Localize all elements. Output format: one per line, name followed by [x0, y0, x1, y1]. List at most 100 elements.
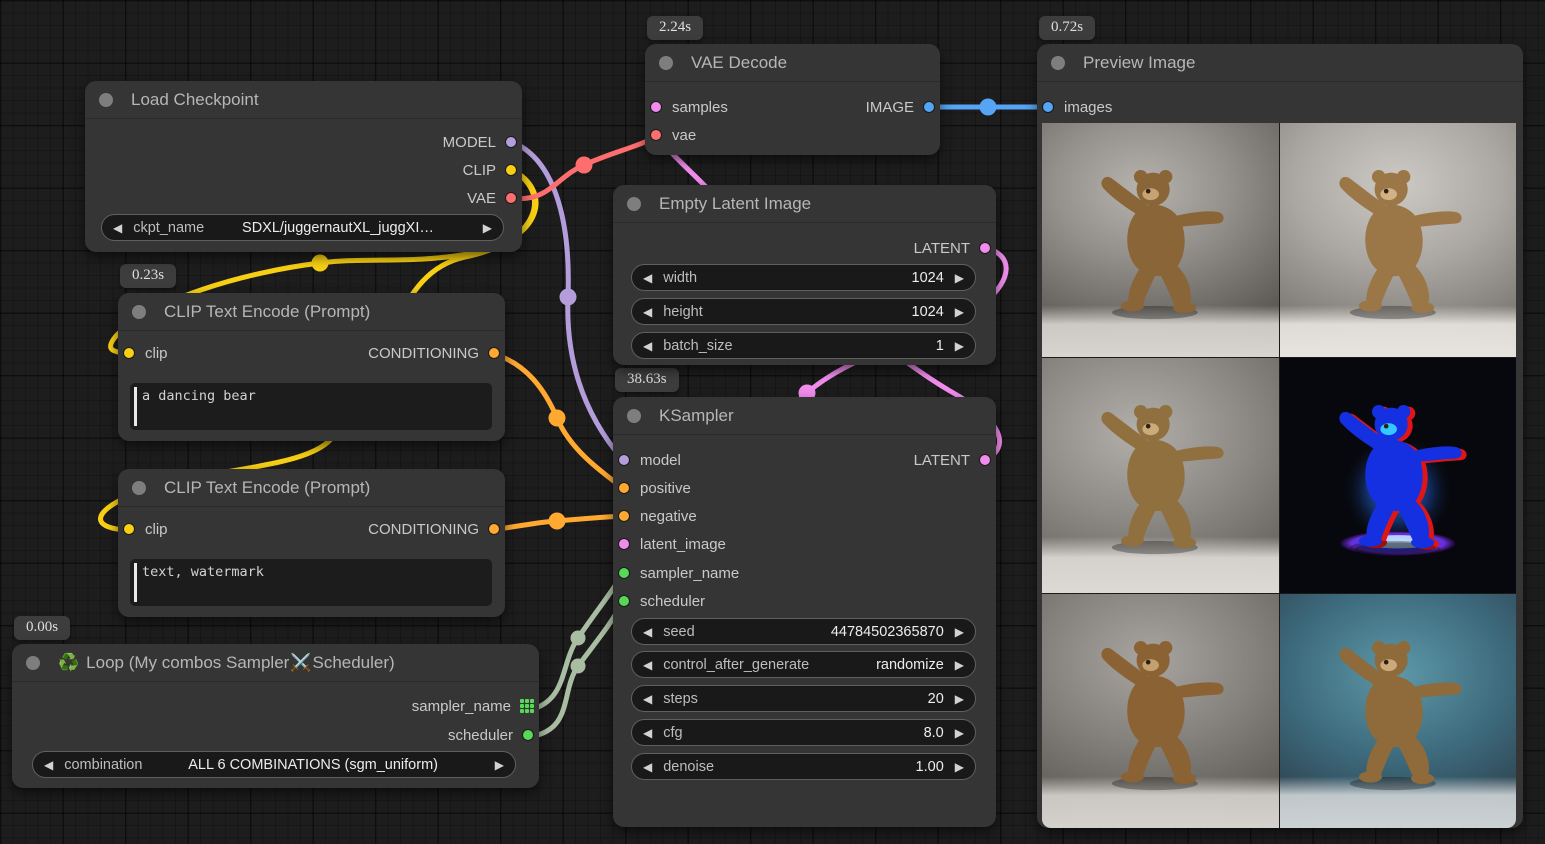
clip-port-icon[interactable]	[505, 164, 517, 176]
control-after-generate-widget[interactable]: ◀ control_after_generate randomize ▶	[631, 651, 976, 678]
right-arrow-icon[interactable]: ▶	[944, 271, 975, 285]
conditioning-port-icon[interactable]	[488, 523, 500, 535]
left-arrow-icon[interactable]: ◀	[102, 221, 133, 235]
latent-port-icon[interactable]	[618, 538, 630, 550]
right-arrow-icon[interactable]: ▶	[944, 692, 975, 706]
input-port-model[interactable]: model	[618, 448, 681, 472]
reroute-dot[interactable]	[549, 410, 566, 427]
node-preview-image[interactable]: Preview Image images	[1037, 44, 1523, 828]
right-arrow-icon[interactable]: ▶	[944, 760, 975, 774]
combination-widget[interactable]: ◀ combination ALL 6 COMBINATIONS (sgm_un…	[32, 751, 516, 778]
reroute-dot[interactable]	[560, 289, 577, 306]
latent-port-icon[interactable]	[979, 242, 991, 254]
left-arrow-icon[interactable]: ◀	[632, 271, 663, 285]
output-port-image[interactable]: IMAGE	[866, 95, 935, 119]
output-port-scheduler[interactable]: scheduler	[448, 723, 534, 747]
reroute-dot[interactable]	[571, 659, 586, 674]
node-load-checkpoint[interactable]: Load Checkpoint MODEL CLIP VAE ◀ ckpt_na…	[85, 81, 522, 252]
left-arrow-icon[interactable]: ◀	[33, 758, 64, 772]
node-title-bar[interactable]: VAE Decode	[645, 44, 940, 82]
cfg-widget[interactable]: ◀ cfg 8.0 ▶	[631, 719, 976, 746]
output-port-latent[interactable]: LATENT	[914, 236, 991, 260]
height-widget[interactable]: ◀ height 1024 ▶	[631, 298, 976, 325]
steps-widget[interactable]: ◀ steps 20 ▶	[631, 685, 976, 712]
node-loop-sampler-scheduler[interactable]: ♻️Loop (My combos Sampler⚔️Scheduler) sa…	[12, 644, 539, 788]
model-port-icon[interactable]	[618, 454, 630, 466]
left-arrow-icon[interactable]: ◀	[632, 760, 663, 774]
right-arrow-icon[interactable]: ▶	[944, 305, 975, 319]
reroute-dot[interactable]	[980, 99, 997, 116]
right-arrow-icon[interactable]: ▶	[944, 658, 975, 672]
output-port-conditioning[interactable]: CONDITIONING	[368, 517, 500, 541]
output-port-clip[interactable]: CLIP	[463, 158, 517, 182]
collapse-dot[interactable]	[99, 93, 113, 107]
output-port-vae[interactable]: VAE	[467, 186, 517, 210]
output-port-model[interactable]: MODEL	[443, 130, 517, 154]
node-vae-decode[interactable]: VAE Decode samples vae IMAGE	[645, 44, 940, 155]
prompt-text-input[interactable]: a dancing bear	[130, 383, 492, 430]
left-arrow-icon[interactable]: ◀	[632, 726, 663, 740]
right-arrow-icon[interactable]: ▶	[944, 726, 975, 740]
input-port-clip[interactable]: clip	[123, 517, 168, 541]
input-port-clip[interactable]: clip	[123, 341, 168, 365]
sampler-port-icon[interactable]	[618, 567, 630, 579]
reroute-dot[interactable]	[576, 157, 593, 174]
collapse-dot[interactable]	[659, 56, 673, 70]
right-arrow-icon[interactable]: ▶	[484, 758, 515, 772]
latent-port-icon[interactable]	[979, 454, 991, 466]
image-port-icon[interactable]	[1042, 101, 1054, 113]
reroute-dot[interactable]	[312, 255, 329, 272]
input-port-sampler-name[interactable]: sampler_name	[618, 561, 739, 585]
node-title-bar[interactable]: Empty Latent Image	[613, 185, 996, 223]
node-title-bar[interactable]: CLIP Text Encode (Prompt)	[118, 469, 505, 507]
node-ksampler[interactable]: KSampler model positive negative latent_…	[613, 397, 996, 827]
preview-image-cell[interactable]	[1280, 123, 1517, 357]
left-arrow-icon[interactable]: ◀	[632, 339, 663, 353]
node-clip-text-encode-positive[interactable]: CLIP Text Encode (Prompt) clip CONDITION…	[118, 293, 505, 441]
latent-port-icon[interactable]	[650, 101, 662, 113]
output-port-latent[interactable]: LATENT	[914, 448, 991, 472]
scheduler-port-icon[interactable]	[522, 729, 534, 741]
combo-grid-icon[interactable]	[520, 699, 534, 713]
right-arrow-icon[interactable]: ▶	[944, 339, 975, 353]
image-port-icon[interactable]	[923, 101, 935, 113]
reroute-dot[interactable]	[571, 631, 586, 646]
left-arrow-icon[interactable]: ◀	[632, 658, 663, 672]
preview-image-cell[interactable]	[1042, 123, 1279, 357]
conditioning-port-icon[interactable]	[618, 510, 630, 522]
preview-image-cell[interactable]	[1280, 594, 1517, 828]
input-port-images[interactable]: images	[1042, 95, 1112, 119]
clip-port-icon[interactable]	[123, 347, 135, 359]
node-title-bar[interactable]: Load Checkpoint	[85, 81, 522, 119]
denoise-widget[interactable]: ◀ denoise 1.00 ▶	[631, 753, 976, 780]
input-port-negative[interactable]: negative	[618, 504, 697, 528]
seed-widget[interactable]: ◀ seed 44784502365870 ▶	[631, 618, 976, 645]
right-arrow-icon[interactable]: ▶	[944, 625, 975, 639]
node-empty-latent-image[interactable]: Empty Latent Image LATENT ◀ width 1024 ▶…	[613, 185, 996, 365]
preview-image-cell[interactable]	[1042, 358, 1279, 592]
collapse-dot[interactable]	[132, 305, 146, 319]
right-arrow-icon[interactable]: ▶	[472, 221, 503, 235]
prompt-text-input[interactable]: text, watermark	[130, 559, 492, 606]
collapse-dot[interactable]	[132, 481, 146, 495]
input-port-vae[interactable]: vae	[650, 123, 696, 147]
node-title-bar[interactable]: ♻️Loop (My combos Sampler⚔️Scheduler)	[12, 644, 539, 682]
input-port-samples[interactable]: samples	[650, 95, 728, 119]
left-arrow-icon[interactable]: ◀	[632, 625, 663, 639]
preview-image-cell[interactable]	[1042, 594, 1279, 828]
clip-port-icon[interactable]	[123, 523, 135, 535]
input-port-scheduler[interactable]: scheduler	[618, 589, 705, 613]
collapse-dot[interactable]	[627, 409, 641, 423]
preview-image-cell[interactable]	[1280, 358, 1517, 592]
output-port-conditioning[interactable]: CONDITIONING	[368, 341, 500, 365]
conditioning-port-icon[interactable]	[618, 482, 630, 494]
collapse-dot[interactable]	[26, 656, 40, 670]
collapse-dot[interactable]	[1051, 56, 1065, 70]
model-port-icon[interactable]	[505, 136, 517, 148]
node-title-bar[interactable]: KSampler	[613, 397, 996, 435]
node-title-bar[interactable]: CLIP Text Encode (Prompt)	[118, 293, 505, 331]
input-port-latent-image[interactable]: latent_image	[618, 532, 726, 556]
node-clip-text-encode-negative[interactable]: CLIP Text Encode (Prompt) clip CONDITION…	[118, 469, 505, 617]
node-graph-canvas[interactable]: 2.24s 0.72s 0.23s 38.63s 0.00s Load Chec…	[0, 0, 1545, 844]
conditioning-port-icon[interactable]	[488, 347, 500, 359]
